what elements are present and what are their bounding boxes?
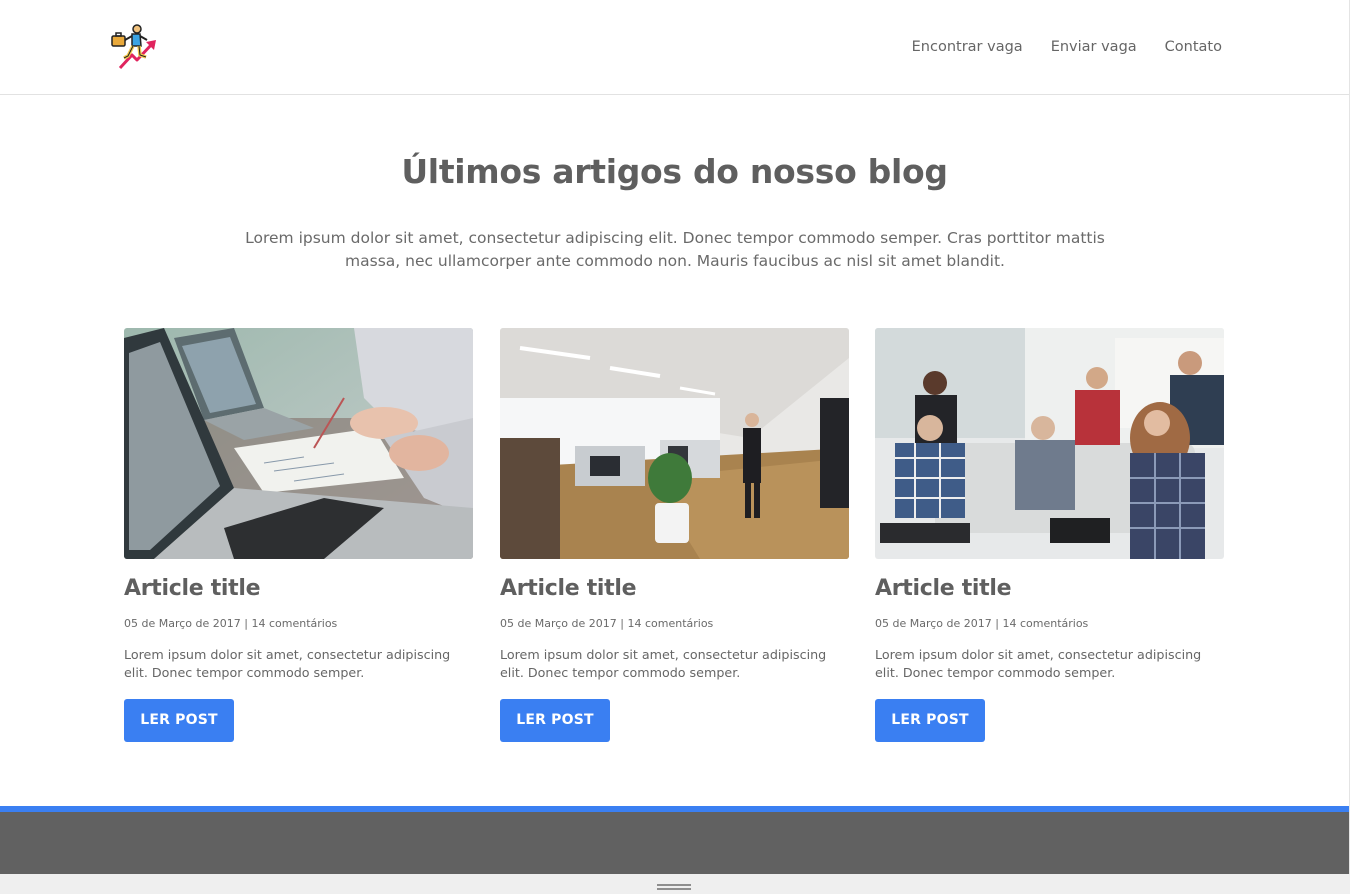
resize-handle-icon[interactable] bbox=[657, 884, 691, 890]
site-footer bbox=[0, 812, 1349, 874]
nav-enviar-vaga[interactable]: Enviar vaga bbox=[1051, 38, 1137, 56]
article-card: Article title 05 de Março de 2017 | 14 c… bbox=[875, 328, 1224, 742]
main-nav: Encontrar vaga Enviar vaga Contato bbox=[912, 38, 1222, 56]
section-title: Últimos artigos do nosso blog bbox=[401, 152, 948, 191]
logo-icon[interactable] bbox=[110, 22, 160, 72]
article-card: Article title 05 de Março de 2017 | 14 c… bbox=[500, 328, 849, 742]
article-meta: 05 de Março de 2017 | 14 comentários bbox=[875, 617, 1089, 630]
nav-contato[interactable]: Contato bbox=[1165, 38, 1222, 56]
article-title[interactable]: Article title bbox=[124, 576, 473, 602]
article-title[interactable]: Article title bbox=[875, 576, 1224, 602]
article-title[interactable]: Article title bbox=[500, 576, 849, 602]
site-header: Encontrar vaga Enviar vaga Contato bbox=[0, 0, 1349, 95]
read-post-button[interactable]: LER POST bbox=[875, 699, 985, 742]
read-post-button[interactable]: LER POST bbox=[124, 699, 234, 742]
article-excerpt: Lorem ipsum dolor sit amet, consectetur … bbox=[500, 647, 827, 680]
article-meta: 05 de Março de 2017 | 14 comentários bbox=[124, 617, 338, 630]
article-excerpt: Lorem ipsum dolor sit amet, consectetur … bbox=[875, 647, 1202, 680]
page: Encontrar vaga Enviar vaga Contato Últim… bbox=[0, 0, 1350, 894]
article-image[interactable] bbox=[500, 328, 849, 559]
article-image[interactable] bbox=[875, 328, 1224, 559]
article-card: Article title 05 de Março de 2017 | 14 c… bbox=[124, 328, 473, 742]
article-meta: 05 de Março de 2017 | 14 comentários bbox=[500, 617, 714, 630]
section-intro: Lorem ipsum dolor sit amet, consectetur … bbox=[245, 229, 1105, 270]
read-post-button[interactable]: LER POST bbox=[500, 699, 610, 742]
article-excerpt: Lorem ipsum dolor sit amet, consectetur … bbox=[124, 647, 451, 680]
nav-encontrar-vaga[interactable]: Encontrar vaga bbox=[912, 38, 1023, 56]
article-image[interactable] bbox=[124, 328, 473, 559]
